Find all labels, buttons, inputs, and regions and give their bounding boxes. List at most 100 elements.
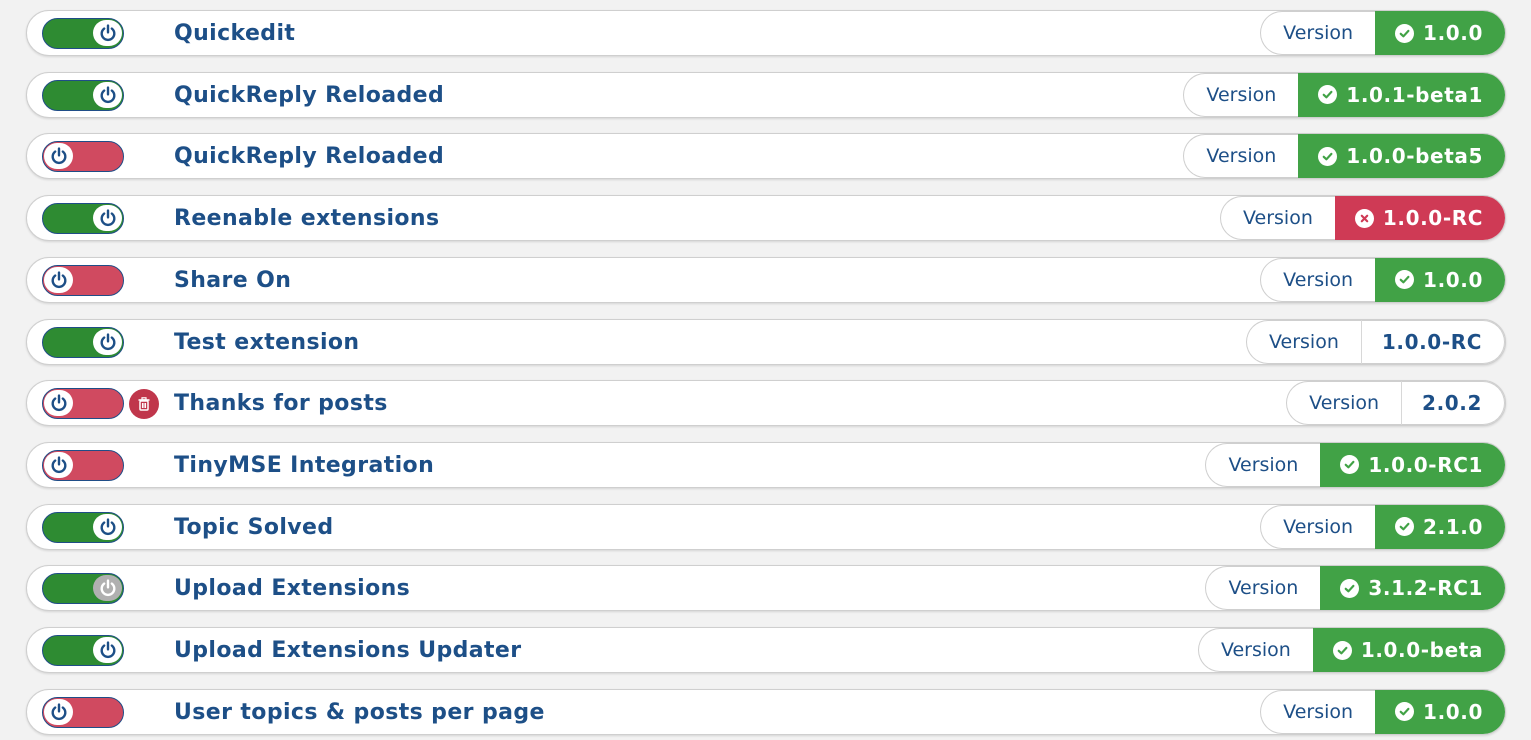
- power-icon: [93, 575, 122, 602]
- disable-toggle[interactable]: [42, 18, 124, 49]
- check-circle-icon: [1395, 702, 1415, 722]
- power-icon: [93, 205, 122, 232]
- enable-toggle[interactable]: [42, 264, 124, 296]
- version-badge: Version 1.0.0: [1260, 689, 1505, 734]
- power-icon: [44, 390, 73, 417]
- version-badge: Version 2.0.2: [1286, 381, 1505, 426]
- extension-name[interactable]: Reenable extensions: [174, 196, 439, 242]
- extension-name[interactable]: QuickReply Reloaded: [174, 73, 444, 119]
- version-badge: Version 1.0.0-RC: [1246, 319, 1505, 364]
- enable-toggle[interactable]: [42, 388, 124, 420]
- extension-name[interactable]: Upload Extensions Updater: [174, 628, 522, 674]
- extension-name[interactable]: Quickedit: [174, 11, 295, 57]
- version-value: 1.0.0-RC: [1334, 196, 1505, 241]
- power-icon: [44, 143, 73, 170]
- version-value: 1.0.1-beta1: [1298, 72, 1505, 117]
- version-badge: Version 1.0.1-beta1: [1183, 72, 1505, 117]
- extension-row: TinyMSE Integration Version 1.0.0-RC1: [26, 441, 1506, 489]
- extension-list: Quickedit Version 1.0.0 QuickReply Reloaded…: [0, 0, 1531, 740]
- version-badge: Version 1.0.0-RC1: [1205, 442, 1505, 487]
- extension-name[interactable]: Thanks for posts: [174, 381, 388, 427]
- version-label: Version: [1260, 11, 1376, 55]
- version-label: Version: [1260, 257, 1376, 302]
- power-icon: [93, 81, 122, 108]
- extension-name[interactable]: TinyMSE Integration: [174, 443, 434, 489]
- version-badge: Version 1.0.0-beta5: [1183, 134, 1505, 179]
- check-circle-icon: [1395, 270, 1415, 290]
- version-value: 1.0.0-RC1: [1320, 442, 1505, 487]
- disable-toggle[interactable]: [42, 326, 124, 358]
- x-circle-icon: [1354, 208, 1374, 228]
- version-value: 1.0.0-beta5: [1298, 134, 1505, 179]
- extension-row: Quickedit Version 1.0.0: [26, 10, 1506, 56]
- check-circle-icon: [1395, 517, 1415, 537]
- check-circle-icon: [1318, 85, 1338, 105]
- version-label: Version: [1197, 628, 1313, 672]
- version-number: 1.0.0: [1423, 699, 1483, 724]
- extension-row: Share On Version 1.0.0: [26, 256, 1506, 304]
- version-value: 2.0.2: [1401, 381, 1505, 426]
- power-icon: [44, 266, 73, 293]
- version-label: Version: [1205, 442, 1321, 487]
- disable-toggle[interactable]: [42, 511, 124, 543]
- version-number: 1.0.0-RC: [1382, 206, 1483, 231]
- enable-toggle[interactable]: [42, 141, 124, 173]
- disable-toggle[interactable]: [42, 573, 124, 605]
- version-badge: Version 3.1.2-RC1: [1205, 566, 1505, 611]
- extension-row: Topic Solved Version 2.1.0: [26, 503, 1506, 551]
- version-number: 1.0.0-RC: [1381, 329, 1482, 354]
- disable-toggle[interactable]: [42, 79, 124, 111]
- version-badge: Version 2.1.0: [1260, 504, 1505, 549]
- check-circle-icon: [1395, 23, 1415, 43]
- extension-row: User topics & posts per page Version 1.0.0: [26, 688, 1506, 736]
- version-value: 1.0.0: [1375, 689, 1505, 734]
- version-number: 1.0.0-RC1: [1368, 452, 1483, 477]
- enable-toggle[interactable]: [42, 696, 124, 728]
- extension-row: Thanks for posts Version 2.0.2: [26, 380, 1506, 427]
- version-badge: Version 1.0.0-beta: [1197, 628, 1505, 672]
- check-circle-icon: [1318, 146, 1338, 166]
- extension-row: Reenable extensions Version 1.0.0-RC: [26, 195, 1506, 242]
- version-number: 1.0.0-beta: [1360, 638, 1483, 662]
- version-badge: Version 1.0.0: [1260, 257, 1505, 302]
- extension-name[interactable]: QuickReply Reloaded: [174, 134, 444, 180]
- version-value: 3.1.2-RC1: [1320, 566, 1505, 611]
- enable-toggle[interactable]: [42, 449, 124, 481]
- version-label: Version: [1260, 504, 1376, 549]
- power-icon: [93, 20, 122, 46]
- version-label: Version: [1220, 196, 1335, 241]
- version-number: 2.0.2: [1422, 391, 1482, 416]
- version-value: 1.0.0-RC: [1360, 319, 1505, 364]
- power-icon: [44, 451, 73, 478]
- version-value: 2.1.0: [1375, 504, 1505, 549]
- version-number: 2.1.0: [1423, 514, 1483, 539]
- extension-name[interactable]: Share On: [174, 258, 291, 304]
- version-value: 1.0.0: [1375, 11, 1505, 55]
- extension-name[interactable]: Topic Solved: [174, 505, 334, 551]
- disable-toggle[interactable]: [42, 203, 124, 235]
- check-circle-icon: [1340, 455, 1360, 475]
- version-number: 1.0.1-beta1: [1346, 82, 1483, 107]
- version-label: Version: [1183, 72, 1299, 117]
- check-circle-icon: [1332, 640, 1352, 660]
- version-badge: Version 1.0.0: [1260, 11, 1505, 55]
- delete-data-trash-icon[interactable]: [129, 389, 159, 420]
- power-icon: [93, 328, 122, 355]
- version-badge: Version 1.0.0-RC: [1220, 196, 1505, 241]
- power-icon: [93, 637, 122, 663]
- extension-name[interactable]: Upload Extensions: [174, 566, 410, 612]
- version-number: 1.0.0-beta5: [1346, 144, 1483, 169]
- extension-name[interactable]: User topics & posts per page: [174, 690, 545, 736]
- version-label: Version: [1260, 689, 1376, 734]
- check-circle-icon: [1340, 578, 1360, 598]
- power-icon: [44, 698, 73, 725]
- version-value: 1.0.0: [1375, 257, 1505, 302]
- extension-row: Upload Extensions Updater Version 1.0.0-be…: [26, 627, 1506, 673]
- extension-name[interactable]: Test extension: [174, 320, 360, 366]
- extension-row: QuickReply Reloaded Version 1.0.1-beta1: [26, 71, 1506, 119]
- version-label: Version: [1205, 566, 1321, 611]
- extension-row: Upload Extensions Version 3.1.2-RC1: [26, 565, 1506, 612]
- disable-toggle[interactable]: [42, 635, 124, 666]
- version-number: 1.0.0: [1423, 21, 1483, 45]
- version-label: Version: [1183, 134, 1299, 179]
